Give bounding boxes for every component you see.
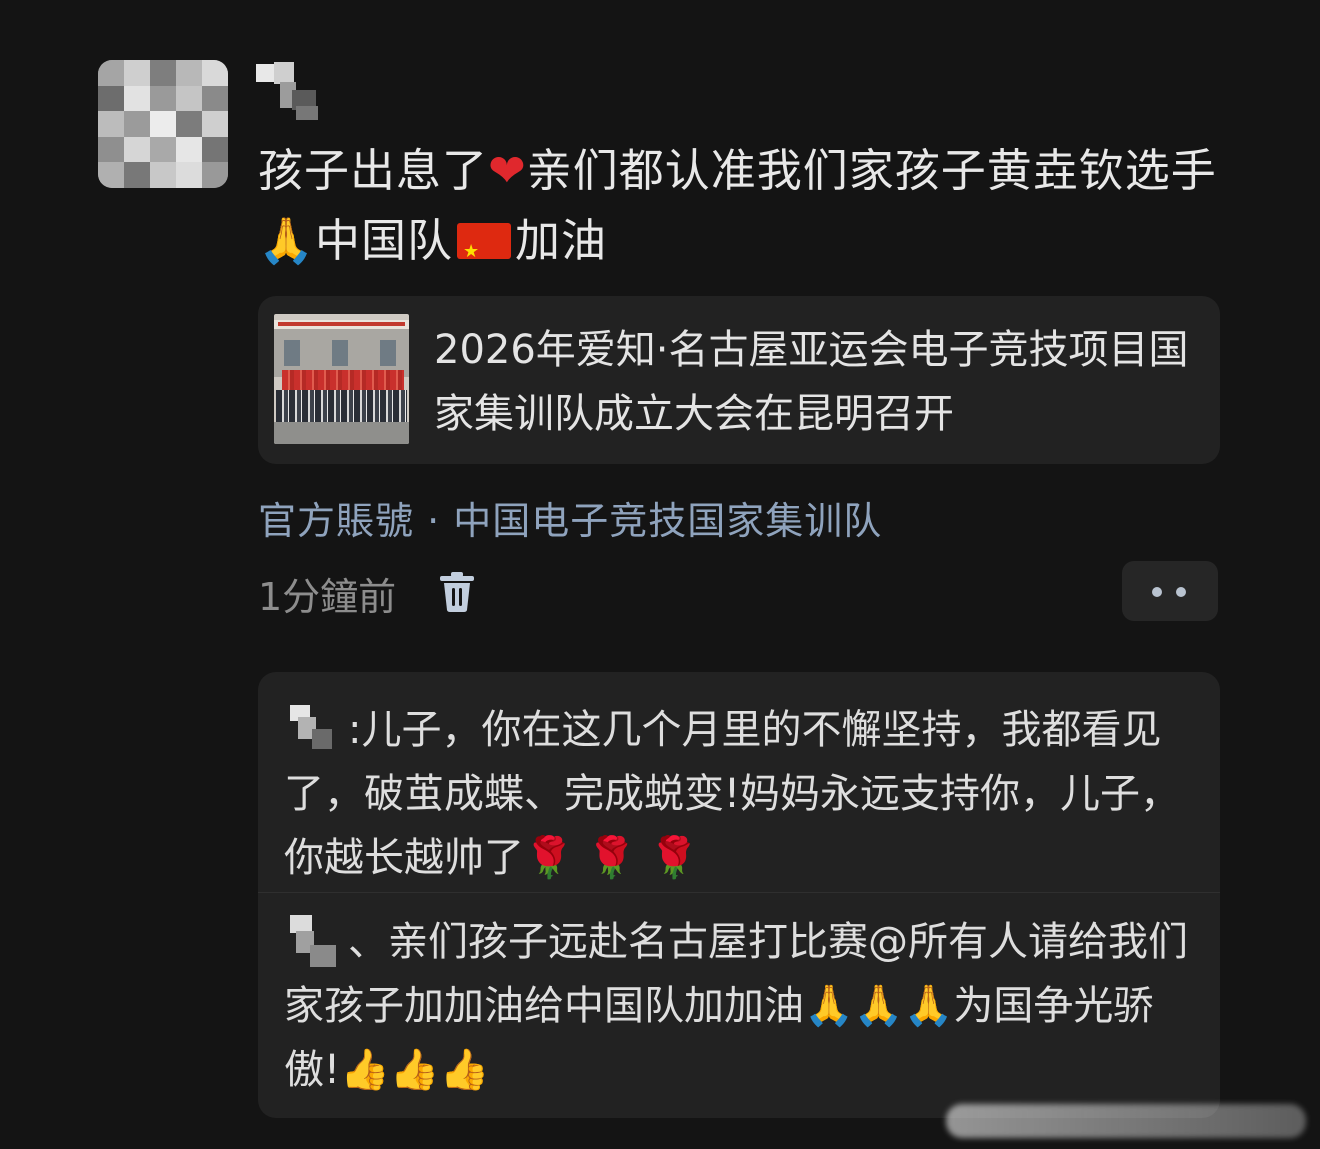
- comments-section: :儿子，你在这几个月里的不懈坚持，我都看见了，破茧成蝶、完成蜕变!妈妈永远支持你…: [258, 672, 1220, 1118]
- post-text-part: 孩子出息了: [258, 144, 489, 197]
- link-card[interactable]: 2026年爱知·名古屋亚运会电子竞技项目国家集训队成立大会在昆明召开: [258, 296, 1220, 464]
- comment-text: 儿子，你在这几个月里的不懈坚持，我都看见了，破茧成蝶、完成蜕变!妈妈永远支持你，…: [284, 707, 1181, 881]
- heart-emoji: ❤: [488, 144, 527, 197]
- comment-author-blurred[interactable]: [284, 703, 348, 749]
- post-time: 1分鐘前: [258, 575, 397, 619]
- official-account-link[interactable]: 官方賬號 · 中国电子竞技国家集训队: [258, 490, 882, 545]
- china-flag-icon: [457, 217, 512, 287]
- trash-icon[interactable]: [436, 570, 478, 614]
- link-thumbnail: [274, 314, 409, 444]
- pray-emoji: 🙏: [258, 214, 316, 267]
- avatar[interactable]: [98, 60, 228, 188]
- post-text-part: 加油: [515, 214, 608, 267]
- username-blurred[interactable]: [252, 60, 322, 120]
- more-dots-icon[interactable]: [1122, 561, 1218, 621]
- post-text-part: 亲们都认准我们家孩子黄垚钦选手: [526, 144, 1217, 197]
- comment-item[interactable]: 、亲们孩子远赴名古屋打比赛@所有人请给我们家孩子加加油给中国队加加油🙏🙏🙏为国争…: [284, 910, 1194, 1102]
- rose-emoji: 🌹 🌹 🌹: [524, 835, 699, 881]
- post-text: 孩子出息了❤亲们都认准我们家孩子黄垚钦选手 🙏中国队 加油: [258, 136, 1218, 287]
- pray-emoji: 🙏🙏🙏: [804, 983, 954, 1029]
- link-card-title: 2026年爱知·名古屋亚运会电子竞技项目国家集训队成立大会在昆明召开: [434, 327, 1189, 437]
- thumbs-up-emoji: 👍👍👍: [340, 1047, 490, 1093]
- divider: [258, 892, 1220, 893]
- watermark: [946, 1104, 1306, 1138]
- comment-item[interactable]: :儿子，你在这几个月里的不懈坚持，我都看见了，破茧成蝶、完成蜕变!妈妈永远支持你…: [284, 698, 1194, 890]
- comment-separator: :: [348, 707, 362, 753]
- comment-separator: 、: [348, 919, 388, 965]
- comment-author-blurred[interactable]: [284, 915, 348, 967]
- post-text-part: 中国队: [315, 214, 454, 267]
